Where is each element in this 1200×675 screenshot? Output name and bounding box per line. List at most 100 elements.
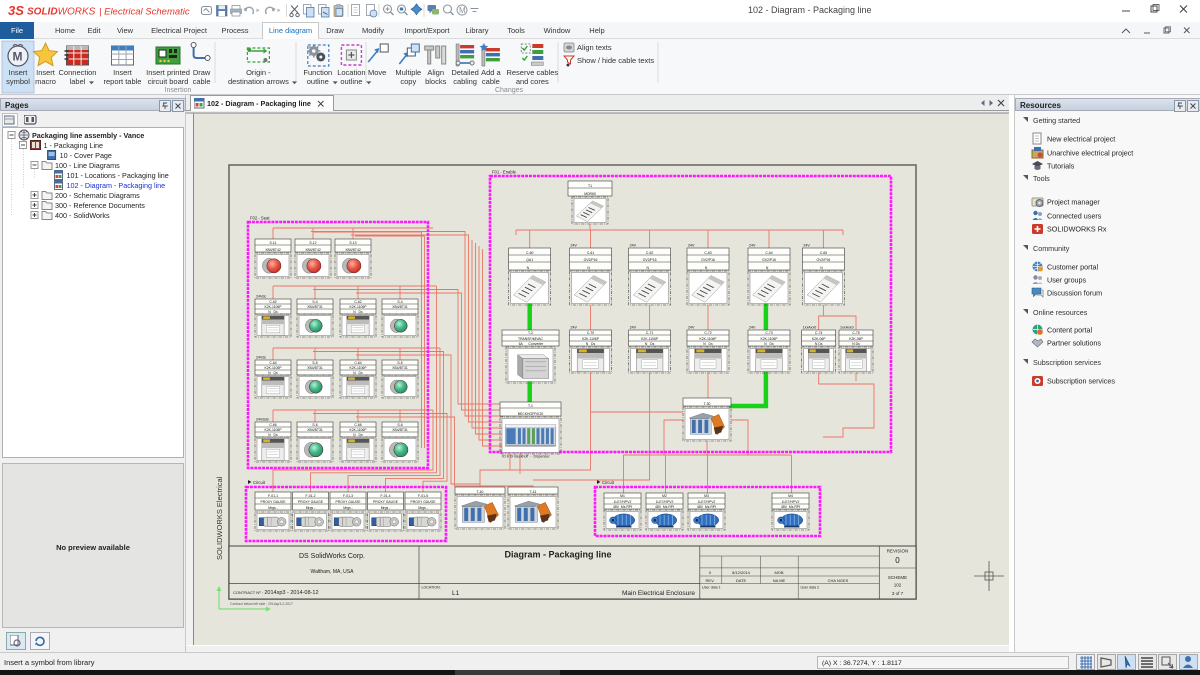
svg-text:DATE: DATE — [736, 578, 747, 583]
svg-text:C-64: C-64 — [269, 361, 276, 365]
svg-text:S-13: S-13 — [349, 241, 356, 245]
svg-text:1LE7/HPV2: 1LE7/HPV2 — [656, 500, 674, 504]
svg-text:K2K-06P: K2K-06P — [812, 337, 826, 341]
svg-text:N Ds: N Ds — [586, 342, 596, 346]
svg-text:N Ds: N Ds — [268, 371, 278, 375]
svg-text:M2: M2 — [662, 494, 667, 498]
svg-text:SOLIDWORKS Rx: SOLIDWORKS Rx — [1047, 225, 1107, 234]
svg-text:XB4/BT31: XB4/BT31 — [392, 366, 408, 370]
svg-text:K2K-1106P: K2K-1106P — [641, 337, 659, 341]
svg-text:QA1: QA1 — [526, 258, 533, 262]
svg-text:M3: M3 — [704, 494, 709, 498]
svg-text:T-2: T-2 — [528, 331, 533, 335]
svg-text:C-60: C-60 — [526, 251, 533, 255]
svg-text:LOCATION:: LOCATION: — [422, 586, 441, 590]
svg-text:Circuit: Circuit — [602, 480, 615, 485]
svg-text:400 - SolidWorks: 400 - SolidWorks — [55, 211, 110, 220]
svg-text:DS SolidWorks Corp.: DS SolidWorks Corp. — [299, 553, 365, 560]
svg-text:Insert printed: Insert printed — [146, 68, 190, 77]
svg-text:1 - Packaging Line: 1 - Packaging Line — [44, 141, 104, 150]
svg-text:102: 102 — [894, 583, 902, 588]
svg-text:GV2/P16: GV2/P16 — [817, 258, 831, 262]
svg-text:PROXY GAUGE: PROXY GAUGE — [261, 500, 287, 504]
svg-text:Mrgs -: Mrgs - — [418, 506, 428, 510]
svg-text:C-64: C-64 — [354, 361, 361, 365]
svg-text:report table: report table — [104, 77, 142, 86]
svg-text:48V Ms RPf: 48V Ms RPf — [697, 505, 716, 509]
svg-text:REVISION: REVISION — [887, 549, 909, 554]
svg-text:Mrgs -: Mrgs - — [306, 506, 316, 510]
svg-text:T-40: T-40 — [477, 490, 484, 494]
svg-text:T-30: T-30 — [704, 402, 711, 406]
svg-text:Packaging line assembly - Vanc: Packaging line assembly - Vance — [32, 131, 144, 140]
svg-text:24V: 24V — [803, 244, 810, 248]
svg-text:Circuit: Circuit — [253, 480, 266, 485]
svg-text:N: N — [766, 266, 772, 270]
svg-text:Align texts: Align texts — [577, 43, 612, 52]
svg-text:N Ds: N Ds — [815, 342, 823, 346]
svg-text:and cores: and cores — [516, 77, 549, 86]
svg-text:destination arrows: destination arrows — [228, 77, 289, 86]
svg-text:F02 - Seat: F02 - Seat — [250, 216, 270, 221]
svg-text:K2K-1106P: K2K-1106P — [264, 305, 282, 309]
svg-text:101 - Locations - Packaging li: 101 - Locations - Packaging line — [67, 171, 169, 180]
svg-text:C-63: C-63 — [704, 251, 711, 255]
svg-text:S-11: S-11 — [270, 241, 277, 245]
svg-text:Align: Align — [427, 68, 444, 77]
svg-text:24VdcB: 24VdcB — [256, 418, 269, 422]
svg-text:N Ds: N Ds — [764, 342, 774, 346]
svg-text:C-62: C-62 — [646, 251, 653, 255]
svg-text:K2K-1106P: K2K-1106P — [349, 366, 367, 370]
svg-text:Mrgs -: Mrgs - — [381, 506, 391, 510]
svg-text:Tools: Tools — [1033, 174, 1050, 183]
svg-text:N Ds: N Ds — [703, 342, 713, 346]
svg-text:N Ds: N Ds — [645, 342, 655, 346]
svg-text:symbol: symbol — [6, 77, 30, 86]
svg-text:Add a: Add a — [481, 68, 501, 77]
svg-text:Insertion: Insertion — [165, 87, 192, 94]
svg-text:Online resources: Online resources — [1033, 308, 1088, 317]
svg-text:K2K-1106P: K2K-1106P — [349, 305, 367, 309]
svg-text:XB4/BT42: XB4/BT42 — [265, 248, 281, 252]
svg-text:24Vdc: 24Vdc — [256, 356, 266, 360]
svg-text:N Ds: N Ds — [268, 310, 278, 314]
svg-text:XB4/BT31: XB4/BT31 — [392, 428, 408, 432]
svg-text:| Electrical Schematic: | Electrical Schematic — [99, 7, 190, 18]
svg-text:Diagram - Packaging line: Diagram - Packaging line — [504, 550, 611, 560]
svg-text:C-70: C-70 — [587, 331, 594, 335]
svg-text:1xxAxx0: 1xxAxx0 — [840, 326, 854, 330]
svg-text:Mrgs -: Mrgs - — [268, 506, 278, 510]
svg-text:XB4/BT42: XB4/BT42 — [345, 248, 361, 252]
svg-text:User groups: User groups — [1047, 276, 1087, 285]
svg-text:S-6: S-6 — [312, 423, 317, 427]
svg-text:Move: Move — [368, 68, 386, 77]
svg-text:300 - Reference Documents: 300 - Reference Documents — [55, 201, 145, 210]
svg-text:24V: 24V — [571, 244, 578, 248]
svg-text:N: N — [646, 266, 652, 270]
svg-text:C-74: C-74 — [815, 331, 822, 335]
svg-text:100 - Line Diagrams: 100 - Line Diagrams — [55, 161, 120, 170]
svg-text:C-71: C-71 — [646, 331, 653, 335]
svg-text:SCHEME: SCHEME — [888, 575, 907, 580]
svg-text:F-01-2: F-01-2 — [306, 494, 316, 498]
svg-text:N Ds: N Ds — [353, 310, 363, 314]
svg-text:SOLIDWORKS Electrical: SOLIDWORKS Electrical — [215, 476, 224, 560]
svg-text:cable: cable — [193, 77, 211, 86]
svg-text:C-66: C-66 — [354, 423, 361, 427]
svg-text:copy: copy — [400, 77, 416, 86]
svg-text:IO 8 DI Beckhoff - Dispenser: IO 8 DI Beckhoff - Dispenser — [502, 455, 550, 459]
svg-text:SOLIDWORKS: SOLIDWORKS — [27, 7, 96, 18]
svg-text:Getting started: Getting started — [1033, 116, 1080, 125]
svg-text:Mrgs -: Mrgs - — [343, 506, 353, 510]
svg-text:L1: L1 — [452, 590, 460, 597]
svg-text:10 - Cover Page: 10 - Cover Page — [60, 151, 112, 160]
svg-text:outline: outline — [307, 77, 329, 86]
svg-text:Origin -: Origin - — [246, 68, 271, 77]
svg-text:F01 - Enable: F01 - Enable — [492, 170, 517, 175]
svg-text:24V: 24V — [571, 326, 578, 330]
svg-text:outline: outline — [340, 77, 362, 86]
svg-text:BECKHOFF/K20: BECKHOFF/K20 — [518, 412, 544, 416]
svg-text:K2K-1106P: K2K-1106P — [264, 366, 282, 370]
svg-text:N Ds: N Ds — [353, 371, 363, 375]
svg-text:S-5: S-5 — [312, 361, 317, 365]
